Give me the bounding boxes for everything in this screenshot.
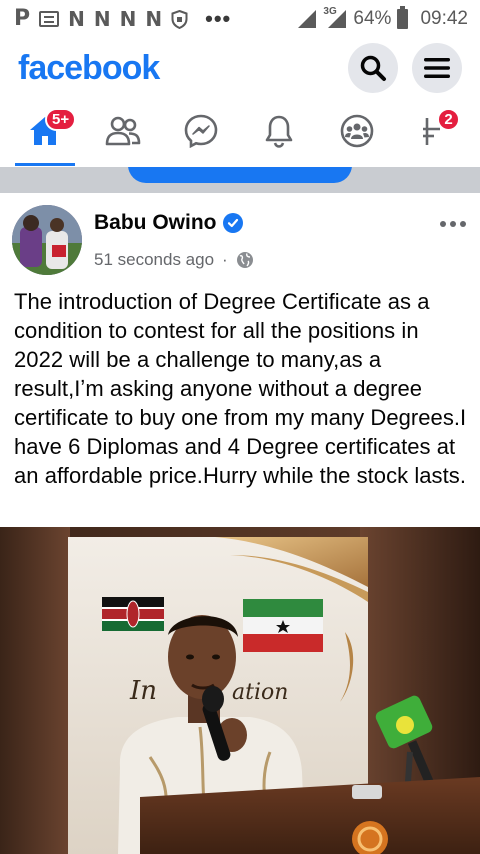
post-text: The introduction of Degree Certificate a… bbox=[14, 289, 467, 488]
network-signal: 3G bbox=[323, 6, 347, 29]
dot-icon bbox=[460, 221, 466, 227]
search-icon bbox=[360, 55, 386, 81]
speaker-photo: In ation bbox=[0, 527, 480, 854]
more-notifications-icon: ••• bbox=[205, 6, 232, 31]
banner-text: ation bbox=[232, 680, 288, 705]
n-app-icon: N bbox=[93, 7, 111, 31]
n-app-icon: N bbox=[145, 7, 163, 31]
p-app-icon: P bbox=[14, 6, 31, 31]
facebook-logo[interactable]: facebook bbox=[18, 49, 160, 88]
post-meta: 51 seconds ago · bbox=[94, 250, 254, 270]
bell-icon bbox=[265, 115, 293, 148]
app-header: facebook bbox=[0, 38, 480, 98]
home-badge: 5+ bbox=[45, 108, 77, 131]
banner-text: In bbox=[129, 676, 157, 706]
battery-percent: 64% bbox=[353, 8, 392, 29]
post-photo[interactable]: In ation bbox=[0, 527, 480, 854]
post-options-button[interactable] bbox=[440, 221, 466, 227]
avatar[interactable] bbox=[12, 205, 82, 275]
tab-messenger[interactable] bbox=[171, 106, 231, 156]
dot-icon bbox=[440, 221, 446, 227]
network-type: 3G bbox=[323, 6, 337, 17]
groups-icon bbox=[340, 114, 374, 148]
tab-groups[interactable] bbox=[327, 106, 387, 156]
post-header: Babu Owino 51 seconds ago · bbox=[12, 205, 468, 275]
feed-post: Babu Owino 51 seconds ago · The introduc… bbox=[0, 193, 480, 854]
battery-icon bbox=[397, 6, 409, 29]
post-time[interactable]: 51 seconds ago bbox=[94, 250, 214, 270]
menu-badge: 2 bbox=[437, 108, 460, 131]
post-author[interactable]: Babu Owino bbox=[94, 211, 243, 235]
tab-home[interactable]: 5+ bbox=[15, 106, 77, 166]
dot-icon bbox=[450, 221, 456, 227]
hamburger-icon bbox=[424, 58, 450, 78]
tab-friends[interactable] bbox=[93, 106, 153, 156]
new-posts-pill[interactable] bbox=[128, 167, 352, 183]
n-app-icon: N bbox=[68, 7, 85, 31]
feed-divider bbox=[0, 167, 480, 193]
tab-bar: 5+ 2 bbox=[0, 100, 480, 166]
globe-icon bbox=[236, 252, 253, 268]
verified-badge-icon bbox=[222, 213, 243, 233]
meta-separator: · bbox=[222, 250, 228, 269]
signal-icon bbox=[298, 10, 317, 28]
status-bar: P N N N N ••• 3G 64% 09:42 bbox=[0, 0, 480, 38]
tab-menu[interactable]: 2 bbox=[405, 106, 465, 156]
tab-notifications[interactable] bbox=[249, 106, 309, 156]
messenger-icon bbox=[184, 114, 218, 148]
shield-icon bbox=[171, 9, 188, 29]
menu-button[interactable] bbox=[412, 43, 462, 93]
profile-photo bbox=[12, 205, 82, 275]
friends-icon bbox=[105, 116, 141, 146]
clock: 09:42 bbox=[420, 8, 468, 29]
search-button[interactable] bbox=[348, 43, 398, 93]
message-icon bbox=[39, 11, 60, 27]
n-app-icon: N bbox=[119, 7, 137, 31]
author-name[interactable]: Babu Owino bbox=[94, 211, 217, 235]
